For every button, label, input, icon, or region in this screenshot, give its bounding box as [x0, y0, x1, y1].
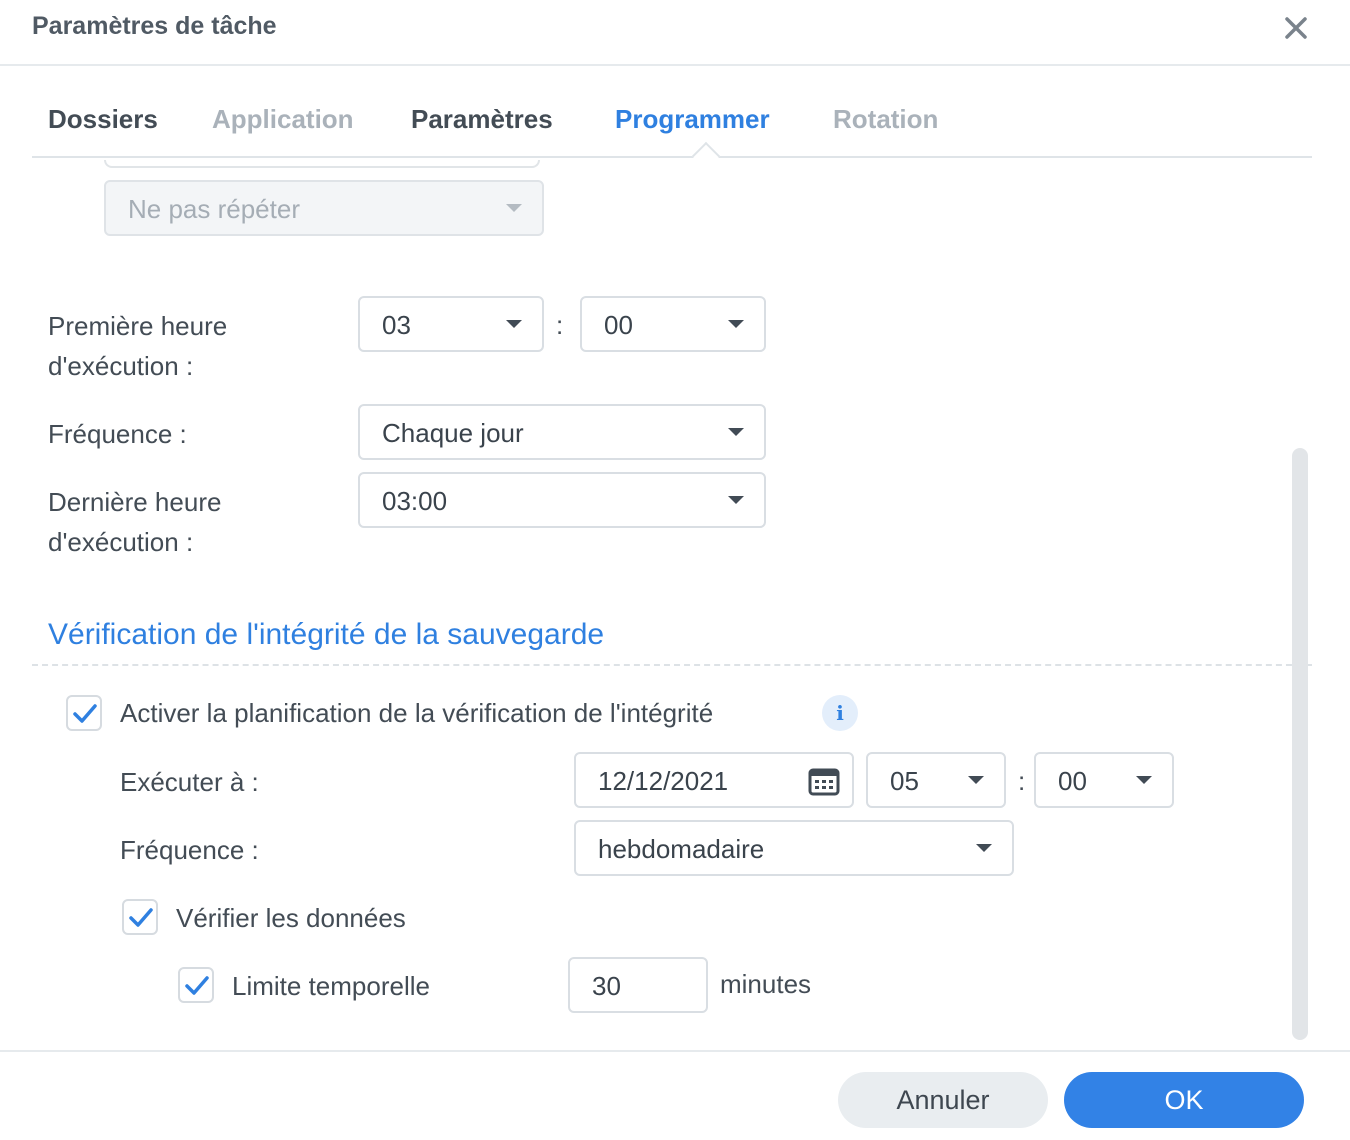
time-limit-unit: minutes: [720, 969, 812, 999]
tab-dossiers[interactable]: Dossiers: [48, 104, 158, 135]
enable-integrity-label[interactable]: Activer la planification de la vérificat…: [120, 693, 713, 733]
dialog-footer: Annuler OK: [0, 1050, 1350, 1140]
first-run-label-line2: d'exécution :: [48, 351, 194, 381]
frequency-select[interactable]: Chaque jour: [358, 404, 766, 460]
first-run-label-line1: Première heure: [48, 311, 228, 341]
repeat-select[interactable]: Ne pas répéter: [104, 180, 544, 236]
first-run-minute-select[interactable]: 00: [580, 296, 766, 352]
checkmark-icon: [73, 704, 97, 723]
run-hour-value: 05: [890, 766, 919, 796]
checkmark-icon: [129, 908, 153, 927]
dialog-title: Paramètres de tâche: [32, 12, 277, 40]
enable-integrity-checkbox[interactable]: [66, 695, 102, 731]
title-bar: Paramètres de tâche: [0, 0, 1350, 66]
integrity-frequency-value: hebdomadaire: [598, 834, 765, 864]
chevron-down-icon: [728, 496, 744, 504]
last-run-label-line2: d'exécution :: [48, 527, 194, 557]
integrity-section-title: Vérification de l'intégrité de la sauveg…: [48, 618, 605, 651]
first-run-label: Première heure d'exécution :: [48, 306, 227, 386]
repeat-select-value: Ne pas répéter: [128, 194, 300, 224]
last-run-label: Dernière heure d'exécution :: [48, 482, 221, 562]
chevron-down-icon: [728, 428, 744, 436]
scrolled-field-edge: [104, 160, 540, 168]
chevron-down-icon: [506, 204, 522, 212]
last-run-label-line1: Dernière heure: [48, 487, 222, 517]
tab-application[interactable]: Application: [212, 104, 354, 135]
run-minute-value: 00: [1058, 766, 1087, 796]
chevron-down-icon: [728, 320, 744, 328]
first-run-hour-value: 03: [382, 310, 411, 340]
frequency-value: Chaque jour: [382, 418, 524, 448]
scrollbar[interactable]: [1292, 448, 1308, 1040]
cancel-button[interactable]: Annuler: [838, 1072, 1048, 1128]
ok-button[interactable]: OK: [1064, 1072, 1304, 1128]
verify-data-label[interactable]: Vérifier les données: [176, 898, 406, 938]
checkmark-icon: [185, 976, 209, 995]
section-divider: [32, 664, 1312, 666]
time-separator: :: [1018, 766, 1026, 796]
time-limit-input[interactable]: 30: [568, 957, 708, 1013]
chevron-down-icon: [506, 320, 522, 328]
integrity-frequency-label: Fréquence :: [120, 835, 259, 865]
verify-data-checkbox[interactable]: [122, 899, 158, 935]
last-run-value: 03:00: [382, 486, 448, 516]
run-date-field[interactable]: 12/12/2021: [574, 752, 854, 808]
active-tab-indicator: [691, 141, 721, 171]
info-icon[interactable]: i: [822, 695, 858, 731]
run-hour-select[interactable]: 05: [866, 752, 1006, 808]
close-icon[interactable]: [1280, 12, 1312, 44]
chevron-down-icon: [968, 776, 984, 784]
first-run-hour-select[interactable]: 03: [358, 296, 544, 352]
time-limit-value: 30: [592, 971, 621, 1001]
time-limit-label[interactable]: Limite temporelle: [232, 966, 430, 1006]
frequency-label: Fréquence :: [48, 419, 187, 449]
run-minute-select[interactable]: 00: [1034, 752, 1174, 808]
chevron-down-icon: [976, 844, 992, 852]
tab-programmer[interactable]: Programmer: [615, 104, 770, 135]
last-run-select[interactable]: 03:00: [358, 472, 766, 528]
first-run-minute-value: 00: [604, 310, 633, 340]
tab-bar: Dossiers Application Paramètres Programm…: [32, 86, 1312, 171]
time-separator: :: [556, 310, 564, 340]
tab-parametres[interactable]: Paramètres: [411, 104, 553, 135]
integrity-frequency-select[interactable]: hebdomadaire: [574, 820, 1014, 876]
chevron-down-icon: [1136, 776, 1152, 784]
tab-rotation[interactable]: Rotation: [833, 104, 938, 135]
time-limit-checkbox[interactable]: [178, 967, 214, 1003]
run-at-label: Exécuter à :: [120, 767, 259, 797]
calendar-icon[interactable]: [808, 766, 840, 801]
run-date-value: 12/12/2021: [598, 766, 729, 796]
